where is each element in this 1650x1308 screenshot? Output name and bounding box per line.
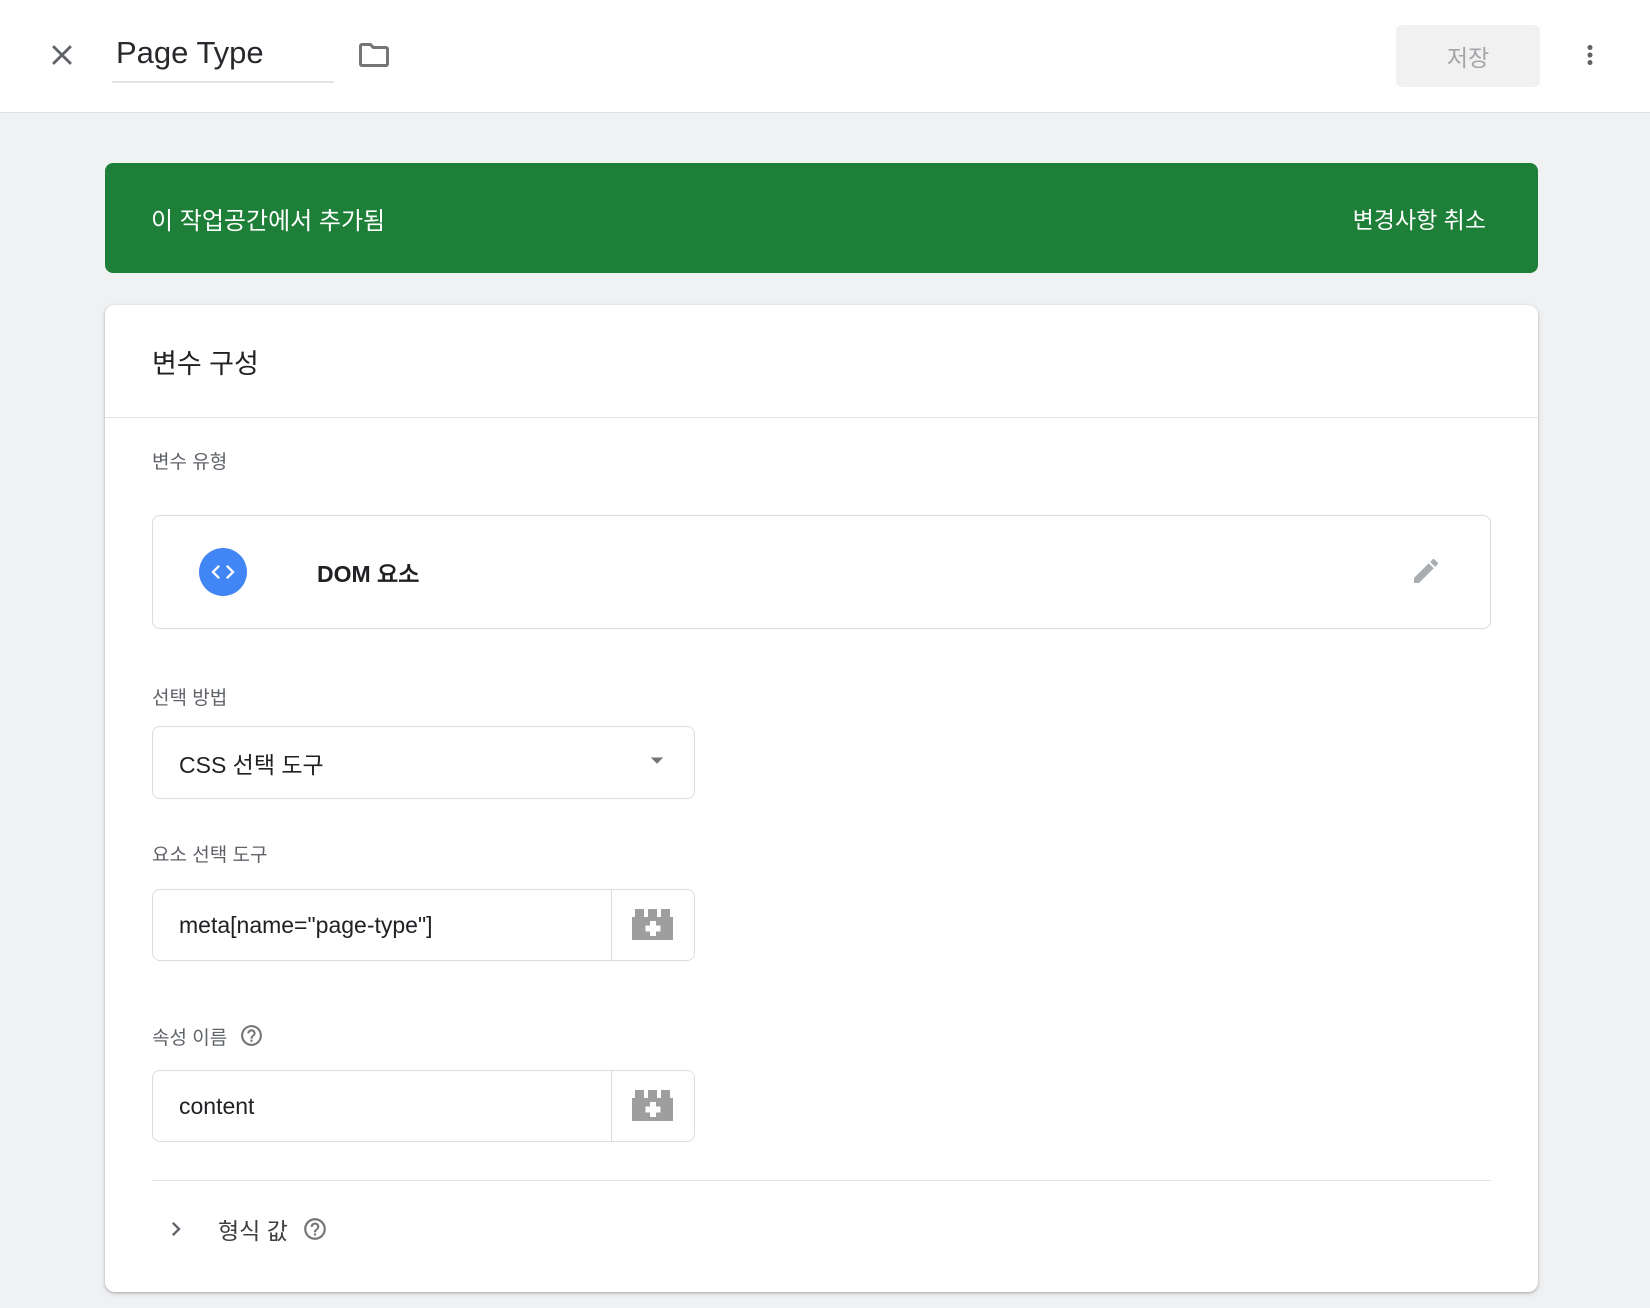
close-button[interactable]	[42, 36, 82, 76]
card-title: 변수 구성	[105, 305, 1538, 418]
folder-icon	[356, 37, 392, 76]
workspace-status-banner: 이 작업공간에서 추가됨 변경사항 취소	[105, 163, 1538, 273]
attribute-name-input[interactable]	[153, 1071, 611, 1141]
chevron-right-icon	[162, 1215, 190, 1243]
section-divider	[152, 1180, 1491, 1181]
attribute-name-field	[152, 1070, 695, 1142]
selection-method-select[interactable]: CSS 선택 도구	[152, 726, 695, 799]
variable-brick-icon	[630, 906, 676, 945]
attribute-name-label-text: 속성 이름	[152, 1028, 227, 1050]
selection-method-value: CSS 선택 도구	[179, 746, 642, 780]
element-selector-field	[152, 889, 695, 961]
chevron-down-icon	[642, 745, 672, 780]
discard-changes-button[interactable]: 변경사항 취소	[1347, 200, 1492, 236]
code-icon	[199, 548, 247, 596]
folder-button[interactable]	[352, 34, 396, 78]
insert-variable-button[interactable]	[611, 1071, 694, 1141]
card-body: 변수 유형 DOM 요소 선택 방법 CSS 선택 도구	[105, 452, 1538, 1255]
insert-variable-button[interactable]	[611, 890, 694, 960]
element-selector-input[interactable]	[153, 890, 611, 960]
close-icon	[45, 38, 79, 75]
gtm-variable-editor: 저장 이 작업공간에서 추가됨 변경사항 취소 변수 구성 변수 유형 DOM …	[0, 0, 1650, 1308]
pencil-icon	[1410, 555, 1442, 590]
variable-type-box[interactable]: DOM 요소	[152, 515, 1491, 629]
top-bar: 저장	[0, 0, 1650, 113]
variable-title-field[interactable]	[112, 29, 334, 83]
help-icon[interactable]	[302, 1216, 328, 1242]
kebab-menu-icon	[1575, 40, 1605, 73]
variable-type-value: DOM 요소	[317, 555, 419, 589]
save-button[interactable]: 저장	[1396, 25, 1540, 87]
variable-configuration-card: 변수 구성 변수 유형 DOM 요소 선택 방법 CSS 선택 도구	[105, 305, 1538, 1292]
banner-message: 이 작업공간에서 추가됨	[151, 201, 385, 236]
variable-title-input[interactable]	[116, 35, 324, 71]
more-menu-button[interactable]	[1568, 34, 1612, 78]
attribute-name-label: 속성 이름	[152, 1023, 1491, 1054]
variable-brick-icon	[630, 1087, 676, 1126]
help-icon[interactable]	[239, 1023, 264, 1054]
format-value-label: 형식 값	[218, 1212, 288, 1246]
selection-method-label: 선택 방법	[152, 688, 1491, 710]
element-selector-label: 요소 선택 도구	[152, 845, 1491, 867]
variable-type-label: 변수 유형	[152, 452, 1491, 474]
edit-variable-type-button[interactable]	[1406, 552, 1446, 592]
format-value-expander[interactable]: 형식 값	[152, 1203, 328, 1255]
